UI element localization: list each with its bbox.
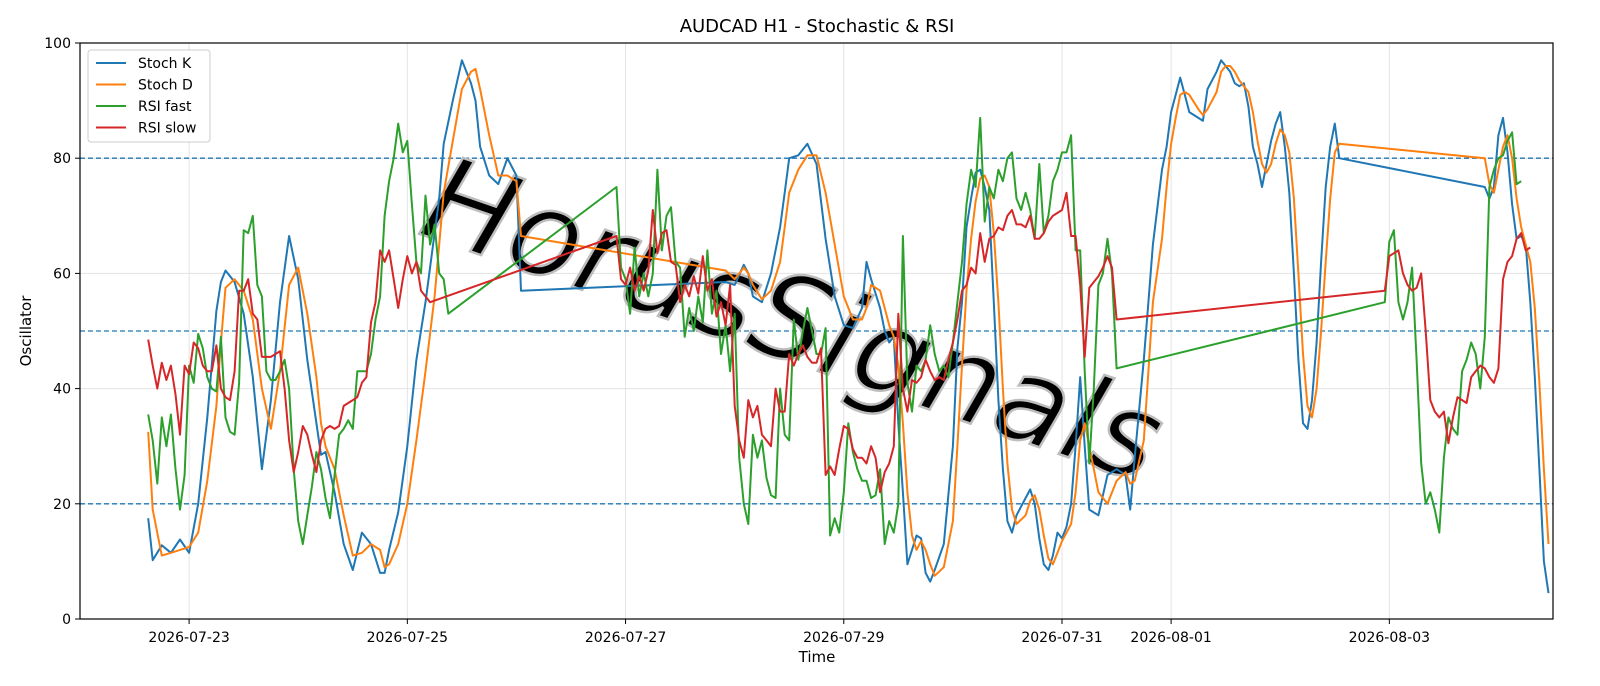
oscillator-chart: AUDCAD H1 - Stochastic & RSI HorusSignal… (0, 0, 1600, 686)
y-axis-label: Oscillator (17, 295, 35, 367)
legend-label: Stoch D (138, 78, 193, 94)
y-tick-label: 0 (62, 612, 71, 628)
x-tick-label: 2026-07-27 (585, 630, 666, 646)
x-tick-label: 2026-08-01 (1130, 630, 1211, 646)
y-tick-label: 60 (53, 266, 71, 282)
x-tick-label: 2026-07-23 (148, 630, 229, 646)
legend-label: RSI fast (138, 99, 192, 115)
x-tick-label: 2026-07-31 (1021, 630, 1102, 646)
y-tick-label: 80 (53, 151, 71, 167)
y-tick-label: 100 (44, 36, 71, 52)
x-tick-label: 2026-07-25 (367, 630, 448, 646)
y-tick-label: 20 (53, 497, 71, 513)
x-axis-label: Time (798, 648, 836, 666)
y-tick-label: 40 (53, 382, 71, 398)
chart-title: AUDCAD H1 - Stochastic & RSI (680, 16, 955, 37)
x-tick-label: 2026-08-03 (1349, 630, 1430, 646)
x-tick-label: 2026-07-29 (803, 630, 884, 646)
legend-label: Stoch K (138, 56, 192, 72)
legend-label: RSI slow (138, 121, 196, 137)
legend: Stoch K Stoch D RSI fast RSI slow (87, 49, 211, 143)
